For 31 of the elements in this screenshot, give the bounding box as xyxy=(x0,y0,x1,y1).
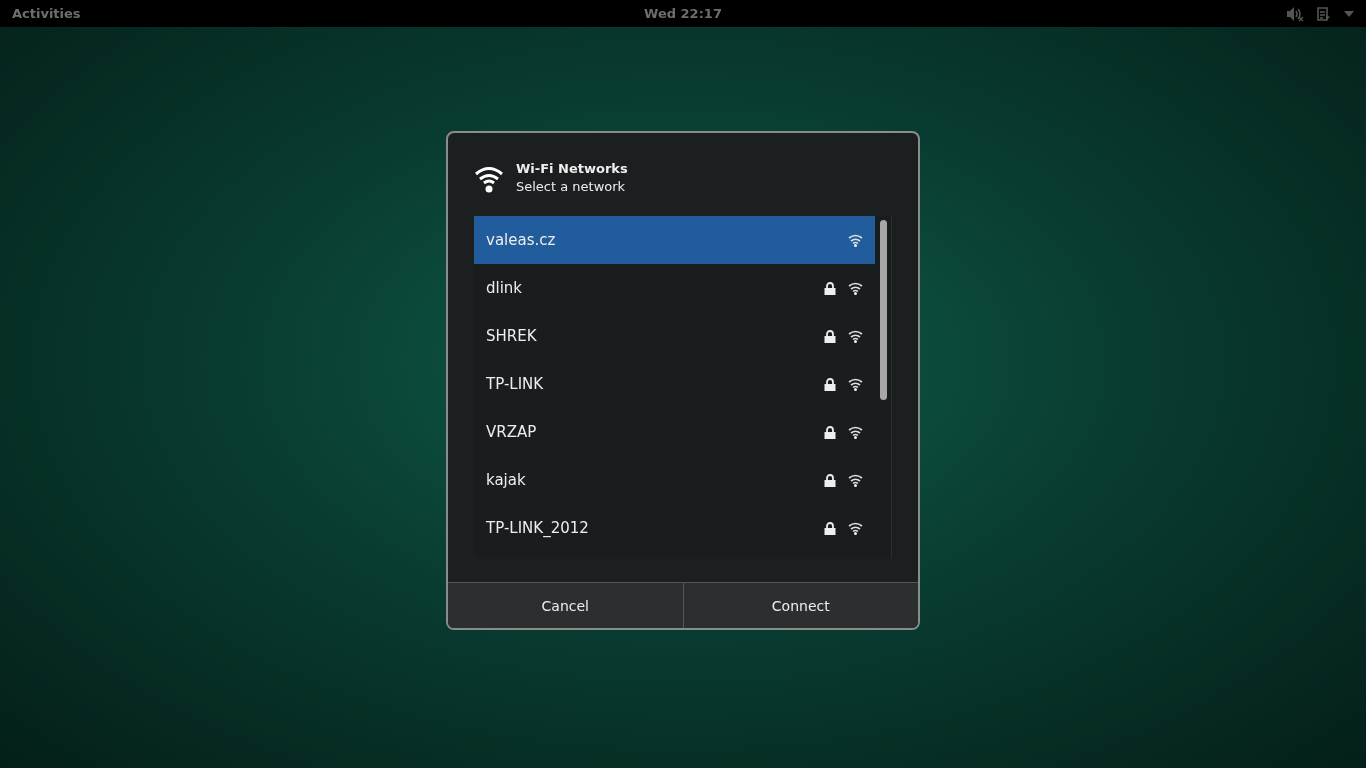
signal-strength-icon xyxy=(848,233,863,247)
dialog-title: Wi-Fi Networks xyxy=(516,161,628,176)
signal-strength-icon xyxy=(848,473,863,487)
clipboard-icon[interactable] xyxy=(1316,5,1332,22)
network-name: SHREK xyxy=(486,327,537,345)
signal-strength-icon xyxy=(848,329,863,343)
clock[interactable]: Wed 22:17 xyxy=(644,6,722,21)
network-name: dlink xyxy=(486,279,523,297)
network-item[interactable]: SHREK xyxy=(474,312,875,360)
dropdown-arrow-icon[interactable] xyxy=(1344,10,1354,17)
signal-strength-icon xyxy=(848,521,863,535)
dialog-subtitle: Select a network xyxy=(516,179,627,194)
scrollbar-thumb[interactable] xyxy=(879,220,887,400)
network-item[interactable]: VRZAP xyxy=(474,408,875,456)
network-name: TP-LINK_2012 xyxy=(486,519,589,537)
activities-button[interactable]: Activities xyxy=(12,6,81,21)
network-name: VRZAP xyxy=(486,423,537,441)
network-item[interactable]: TP-LINK_2012 xyxy=(474,504,875,552)
dialog-button[interactable]: Connect xyxy=(682,583,918,628)
network-name: kajak xyxy=(486,471,526,489)
network-name: valeas.cz xyxy=(486,231,556,249)
network-item[interactable]: dlink xyxy=(474,264,875,312)
network-item[interactable]: TP-LINK xyxy=(474,360,875,408)
network-name: TP-LINK xyxy=(486,375,544,393)
signal-strength-icon xyxy=(848,281,863,295)
signal-strength-icon xyxy=(848,425,863,439)
wifi-icon xyxy=(474,165,504,193)
muted-speaker-icon[interactable] xyxy=(1286,5,1304,22)
signal-strength-icon xyxy=(848,377,863,391)
network-item[interactable]: valeas.cz xyxy=(474,216,875,264)
network-item[interactable]: kajak xyxy=(474,456,875,504)
